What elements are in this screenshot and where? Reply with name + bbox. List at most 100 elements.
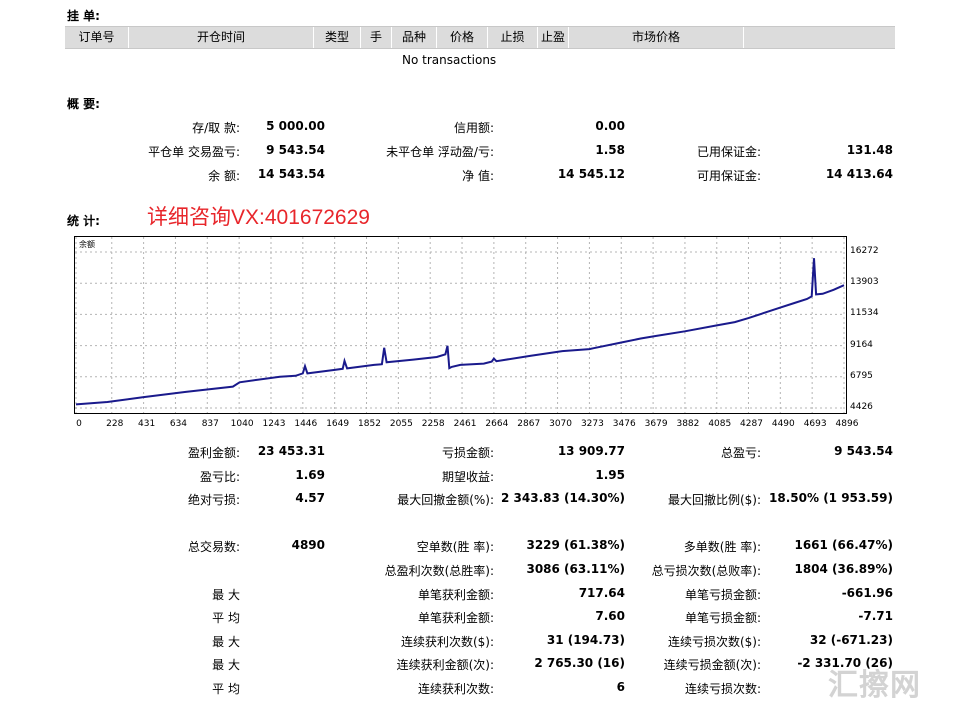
stat-label: 平 均 xyxy=(212,682,240,696)
summary-label: 存/取 款: xyxy=(192,121,240,135)
stat-label: 单笔获利金额: xyxy=(417,611,494,626)
x-tick-label: 2258 xyxy=(421,419,445,429)
balance-chart-svg: 余额 xyxy=(74,236,847,414)
y-tick-label: 4426 xyxy=(850,402,873,412)
stat-label: 连续获利次数($): xyxy=(400,634,494,649)
stat-value: 3229 (61.38%) xyxy=(526,538,625,553)
x-tick-label: 3882 xyxy=(676,419,700,429)
x-tick-label: 1649 xyxy=(326,419,350,429)
stat-label: 连续亏损金额(次): xyxy=(663,658,761,673)
stat-value: 6 xyxy=(616,680,625,694)
col-lots[interactable]: 手 xyxy=(361,27,392,48)
x-tick-label: 4490 xyxy=(771,419,795,429)
stat-value: 1.95 xyxy=(595,467,625,482)
stats-title: 统 计: xyxy=(67,214,100,228)
col-order-id[interactable]: 订单号 xyxy=(65,27,129,48)
col-symbol[interactable]: 品种 xyxy=(392,27,437,48)
x-tick-label: 3070 xyxy=(549,419,573,429)
x-tick-label: 0 xyxy=(76,419,82,429)
stat-label: 连续获利次数: xyxy=(417,682,494,696)
summary-label: 净 值: xyxy=(462,169,494,183)
summary-label: 平仓单 交易盈亏: xyxy=(148,145,240,159)
col-stop-loss[interactable]: 止损 xyxy=(488,27,538,48)
stat-value: 18.50% (1 953.59) xyxy=(769,491,893,506)
x-tick-label: 4085 xyxy=(708,419,732,429)
contact-note: 详细咨询VX:401672629 xyxy=(147,206,370,229)
summary-value: 1.58 xyxy=(595,143,625,157)
x-tick-label: 2461 xyxy=(453,419,477,429)
stat-value: -7.71 xyxy=(858,609,893,624)
chart-frame xyxy=(74,236,847,414)
summary-label: 未平仓单 浮动盈/亏: xyxy=(386,145,494,159)
stat-value: 31 (194.73) xyxy=(546,632,625,647)
x-tick-label: 2867 xyxy=(517,419,541,429)
summary-value: 14 543.54 xyxy=(257,167,325,181)
stat-value: 2 343.83 (14.30%) xyxy=(501,491,625,506)
stat-label: 单笔亏损金额: xyxy=(684,611,761,626)
stat-label: 最 大 xyxy=(212,587,240,602)
summary-title: 概 要: xyxy=(67,97,100,111)
stat-value: 1661 (66.47%) xyxy=(794,538,893,553)
col-price[interactable]: 价格 xyxy=(437,27,488,48)
stat-label: 空单数(胜 率): xyxy=(416,540,494,555)
stat-value: 7.60 xyxy=(595,609,625,624)
summary-value: 9 543.54 xyxy=(266,143,325,157)
col-type[interactable]: 类型 xyxy=(314,27,361,48)
summary-value: 0.00 xyxy=(595,119,625,133)
stat-label: 亏损金额: xyxy=(441,446,494,460)
x-tick-label: 2055 xyxy=(389,419,413,429)
stat-label: 最 大 xyxy=(212,658,240,673)
balance-chart: 余额 xyxy=(74,236,855,414)
stat-value: 32 (-671.23) xyxy=(809,632,893,647)
stat-label: 盈亏比: xyxy=(199,469,240,484)
stat-label: 总交易数: xyxy=(187,540,240,555)
stat-label: 最大回撤金额(%): xyxy=(397,493,494,508)
summary-label: 余 额: xyxy=(208,169,240,183)
chart-legend-label: 余额 xyxy=(79,239,95,249)
stat-value: -2 331.70 (26) xyxy=(797,656,893,671)
x-tick-label: 634 xyxy=(169,419,188,429)
stat-value: 1804 (36.89%) xyxy=(794,562,893,576)
summary-value: 5 000.00 xyxy=(266,119,325,133)
y-tick-label: 9164 xyxy=(850,339,873,350)
no-transactions-text: No transactions xyxy=(402,53,497,67)
x-tick-label: 3476 xyxy=(612,419,636,429)
x-tick-label: 837 xyxy=(201,419,219,429)
summary-label: 信用额: xyxy=(453,121,494,135)
stat-value: 9 543.54 xyxy=(834,444,893,458)
x-tick-label: 1243 xyxy=(262,419,286,429)
col-market-price[interactable]: 市场价格 xyxy=(569,27,744,48)
x-tick-label: 4896 xyxy=(835,419,859,429)
x-tick-label: 228 xyxy=(106,419,124,429)
summary-label: 已用保证金: xyxy=(696,145,761,159)
summary-value: 14 413.64 xyxy=(825,167,893,181)
orders-title: 挂 单: xyxy=(67,9,100,23)
stat-label: 单笔获利金额: xyxy=(417,587,494,602)
stat-value: 4.57 xyxy=(295,491,325,506)
y-tick-label: 13903 xyxy=(850,277,879,288)
orders-table-header: 订单号 开仓时间 类型 手 品种 价格 止损 止盈 市场价格 xyxy=(65,26,895,49)
summary-label: 可用保证金: xyxy=(696,169,761,183)
summary-value: 14 545.12 xyxy=(557,167,625,181)
y-tick-label: 6795 xyxy=(850,370,873,381)
x-tick-label: 3273 xyxy=(580,419,604,429)
stat-label: 连续获利金额(次): xyxy=(396,658,494,673)
col-open-time[interactable]: 开仓时间 xyxy=(129,27,314,48)
stat-label: 期望收益: xyxy=(441,469,494,484)
x-tick-label: 4693 xyxy=(803,419,827,429)
stat-value: 3086 (63.11%) xyxy=(526,562,625,576)
y-tick-label: 11534 xyxy=(850,308,879,319)
x-tick-label: 431 xyxy=(138,419,156,429)
x-tick-label: 2664 xyxy=(485,419,509,429)
x-tick-label: 1446 xyxy=(294,419,318,429)
stat-label: 总亏损次数(总败率): xyxy=(651,564,761,578)
stat-label: 绝对亏损: xyxy=(187,493,240,508)
stat-label: 连续亏损次数($): xyxy=(667,634,761,649)
stat-label: 盈利金额: xyxy=(187,446,240,460)
stat-label: 多单数(胜 率): xyxy=(683,540,761,555)
x-tick-label: 3679 xyxy=(644,419,668,429)
x-tick-label: 1852 xyxy=(358,419,381,429)
col-take-profit[interactable]: 止盈 xyxy=(538,27,569,48)
x-tick-label: 4287 xyxy=(740,419,763,429)
stat-value: 2 765.30 (16) xyxy=(534,656,625,671)
